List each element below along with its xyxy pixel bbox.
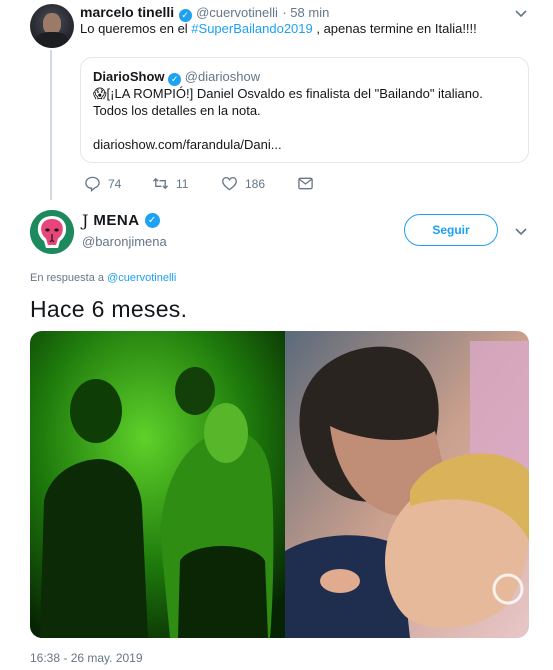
tweet2-name-prefix[interactable]: J xyxy=(82,211,88,230)
reply-button[interactable]: 74 xyxy=(84,175,152,192)
follow-button[interactable]: Seguir xyxy=(404,214,498,246)
tweet1-handle[interactable]: @cuervotinelli xyxy=(196,5,278,20)
person-head xyxy=(175,367,215,415)
quoted-tweet-card[interactable]: DiarioShow ✓ @diarioshow 😱[¡LA ROMPIÓ!] … xyxy=(80,57,529,163)
tweet2-header: J MENA ✓ xyxy=(82,211,160,230)
chevron-down-icon[interactable] xyxy=(514,6,528,20)
tweet1-text: Lo queremos en el #SuperBailando2019 , a… xyxy=(80,21,477,36)
avatar-marcelo-tinelli[interactable] xyxy=(30,4,74,48)
tweet1-display-name[interactable]: marcelo tinelli xyxy=(80,4,174,20)
tweet1-text-after: , apenas termine en Italia!!!! xyxy=(312,21,477,36)
avatar-jimena[interactable] xyxy=(30,210,74,254)
reply-count: 74 xyxy=(108,176,122,191)
retweet-count: 11 xyxy=(176,176,189,191)
reply-prefix: En respuesta a xyxy=(30,272,104,284)
person-head xyxy=(70,379,122,443)
quote-display-name: DiarioShow xyxy=(93,69,165,84)
cobra-avatar-icon xyxy=(30,210,74,254)
tweet1-text-before: Lo queremos en el xyxy=(80,21,192,36)
tweet1-header: marcelo tinelli ✓ @cuervotinelli · 58 mi… xyxy=(80,4,329,22)
tweet1-time[interactable]: · 58 min xyxy=(282,5,329,20)
quote-header: DiarioShow ✓ @diarioshow xyxy=(93,69,260,86)
hand xyxy=(320,569,360,593)
person-body xyxy=(40,459,148,638)
quote-handle: @diarioshow xyxy=(184,69,261,84)
thread-line xyxy=(50,50,52,200)
quote-link[interactable]: diarioshow.com/farandula/Dani... xyxy=(93,137,282,152)
like-icon xyxy=(222,176,237,191)
reply-context: En respuesta a @cuervotinelli xyxy=(30,272,176,284)
chevron-down-icon[interactable] xyxy=(514,224,528,238)
dancer-outfit xyxy=(178,546,268,638)
direct-message-button[interactable] xyxy=(297,175,314,192)
verified-badge-icon: ✓ xyxy=(144,213,160,228)
retweet-button[interactable]: 11 xyxy=(152,175,221,192)
like-button[interactable]: 186 xyxy=(221,175,297,192)
like-count: 186 xyxy=(245,176,266,191)
tweet2-timestamp[interactable]: 16:38 - 26 may. 2019 xyxy=(30,651,143,665)
tweet2-display-name[interactable]: MENA xyxy=(93,212,139,229)
tweet-media-image[interactable] xyxy=(30,331,529,638)
tweet1-actions: 74 11 186 xyxy=(84,175,314,192)
quote-text: 😱[¡LA ROMPIÓ!] Daniel Osvaldo es finalis… xyxy=(93,86,483,118)
avatar-body xyxy=(36,32,68,48)
tweet2-text: Hace 6 meses. xyxy=(30,296,188,322)
reply-handle-link[interactable]: @cuervotinelli xyxy=(107,272,176,284)
hashtag-link[interactable]: #SuperBailando2019 xyxy=(191,21,312,36)
direct-message-icon xyxy=(298,177,313,190)
reply-icon xyxy=(85,176,100,192)
retweet-icon xyxy=(152,177,169,190)
media-collage xyxy=(30,331,529,638)
tweet2-handle[interactable]: @baronjimena xyxy=(82,234,167,249)
dancer-face xyxy=(204,403,248,463)
